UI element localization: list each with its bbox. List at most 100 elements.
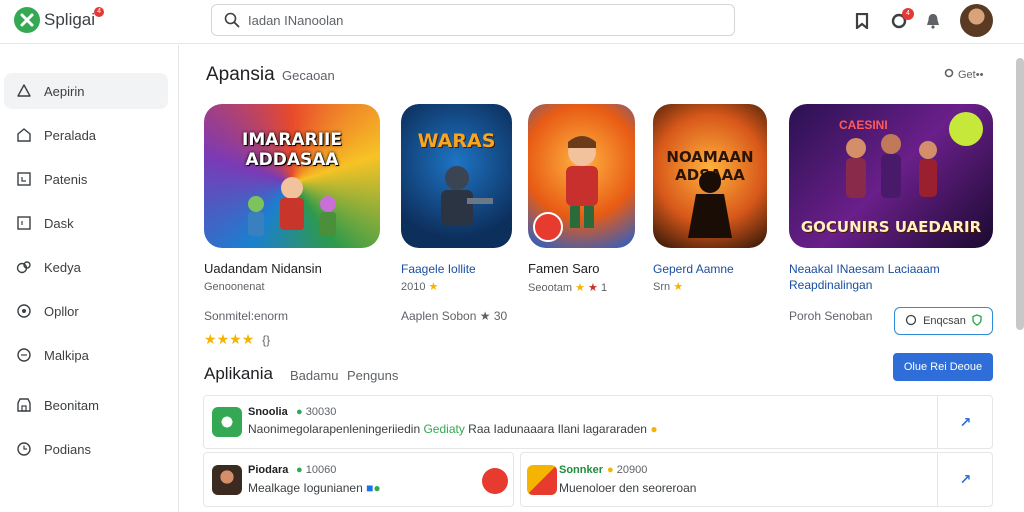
more-link-label: Get•• [958, 68, 984, 81]
star-icon: ★ [575, 282, 585, 294]
list-item[interactable]: Sonnker ● 20900 Muenoloer den seoreroan … [520, 452, 993, 507]
rating-stars: ★★★★ {} [204, 331, 270, 348]
sidebar-item-patenis[interactable]: Patenis [4, 161, 168, 197]
tab-badamu[interactable]: Badamu [290, 368, 338, 383]
row-desc: Mealkage Iogunianen ■● [248, 481, 381, 495]
coin-icon: ● [607, 464, 614, 476]
sidebar-item-label: Dask [44, 215, 74, 231]
primary-action-button[interactable]: Olue Rei Deoue [893, 353, 993, 381]
home-icon [16, 127, 32, 143]
sidebar-item-label: Beonitam [44, 397, 99, 413]
row-id: ● 20900 [607, 464, 647, 476]
clock-icon [16, 441, 32, 457]
sidebar-item-label: Podians [44, 441, 91, 457]
row-id-text: 10060 [305, 464, 337, 476]
tile-title: GOCUNIRS UAEDARIR [800, 218, 982, 236]
sidebar-item-malkipa[interactable]: Malkipa [4, 337, 168, 373]
sidebar-item-label: Opllor [44, 303, 79, 319]
app-name-text: Spligai [44, 10, 96, 29]
box-icon [16, 215, 32, 231]
app-tile-3[interactable] [528, 104, 635, 248]
app-meta-4: Srn ★ [653, 280, 683, 293]
app-tile-4[interactable]: NOAMAAN ADSAAA [653, 104, 767, 248]
app-publisher: Aaplen Sobon [401, 309, 477, 323]
more-link[interactable]: Get•• [944, 68, 983, 81]
open-arrow-icon[interactable]: ↗ [937, 396, 993, 448]
sidebar-item-label: Malkipa [44, 347, 89, 363]
star-icon: ★ [588, 282, 598, 294]
app-name-3[interactable]: Famen Saro [528, 261, 600, 276]
row-id-text: 30030 [305, 406, 337, 418]
app-name-2[interactable]: Faagele Iollite [401, 262, 476, 276]
chat-icon [16, 347, 32, 363]
section-sub-label: Sonmitel:enorm [204, 309, 289, 323]
notifications-icon[interactable]: 4 [890, 8, 914, 30]
app-rating: 30 [493, 309, 508, 323]
sidebar-item-kedya[interactable]: Kedya [4, 249, 168, 285]
app-tile-1[interactable]: IMARARIIE ADDASAA [204, 104, 380, 248]
star-icon: ★ [229, 331, 242, 347]
app-name-5[interactable]: Neaakal INaesam Laciaaam [789, 262, 940, 276]
app-thumb-icon [212, 465, 242, 495]
user-avatar[interactable] [960, 4, 993, 37]
notification-badge: 4 [902, 8, 914, 20]
verified-icon: ● [296, 406, 303, 418]
app-logo[interactable]: Spligai 4 [14, 7, 105, 33]
sidebar-item-podians[interactable]: Podians [4, 431, 168, 467]
app-name-1[interactable]: Uadandam Nidansin [204, 261, 322, 276]
gear-icon [944, 68, 954, 81]
bell-icon[interactable] [924, 12, 942, 30]
bookmark-icon[interactable] [853, 12, 871, 30]
verified-icon: ● [296, 464, 303, 476]
install-button[interactable]: Enqcsan [894, 307, 993, 335]
game-hero-icon [248, 177, 336, 236]
sidebar-item-aepirin[interactable]: Aepirin [4, 73, 168, 109]
app-name-4[interactable]: Geperd Aamne [653, 262, 734, 276]
badge-icon [533, 212, 563, 242]
row-title: Sonnker [559, 464, 604, 476]
app-tile-2[interactable]: WARAS [401, 104, 512, 248]
list-item[interactable]: Snoolia ● 30030 Naonimegolarapenleninger… [203, 395, 993, 449]
app-badge-icon [482, 468, 508, 494]
scrollbar[interactable] [1016, 58, 1024, 330]
app-year: 2010 [401, 281, 426, 293]
sidebar-item-label: Peralada [44, 127, 97, 143]
row-title: Snoolia [248, 406, 288, 418]
app-thumb-icon [212, 407, 242, 437]
featured-title: Apansia [206, 64, 275, 85]
app-meta-2b: Aaplen Sobon ★ 30 [401, 309, 507, 323]
sidebar-item-beonitam[interactable]: Beonitam [4, 387, 168, 423]
row-desc: Naonimegolarapenleningeriiedin Gediaty R… [248, 422, 658, 436]
person-icon [16, 83, 32, 99]
logo-icon [14, 7, 40, 33]
ninja-icon [688, 171, 732, 238]
app-rating: 1 [600, 282, 608, 294]
star-icon: ★ [428, 281, 439, 293]
app-name-5-line2: Reapdinalingan [789, 278, 873, 292]
app-tile-5[interactable]: CAESINI GOCUNIRS UAEDARIR [789, 104, 993, 248]
tab-penguns[interactable]: Penguns [347, 368, 398, 383]
sidebar-item-opllor[interactable]: Opllor [4, 293, 168, 329]
coin-icon: ● [650, 422, 658, 436]
open-arrow-icon[interactable]: ↗ [937, 453, 993, 506]
app-meta-1: Genoonenat [204, 281, 265, 293]
tile-title: IMARARIIE ADDASAA [242, 130, 342, 170]
app-meta-5: Poroh Senoban [789, 309, 873, 323]
app-meta-3: Seootam ★ ★ 1 [528, 281, 607, 294]
list-item[interactable]: Piodara ● 10060 Mealkage Iogunianen ■● [203, 452, 514, 507]
sidebar-item-peralada[interactable]: Peralada [4, 117, 168, 153]
shield-icon [972, 313, 982, 329]
refresh-icon [905, 314, 917, 329]
bag-icon [16, 259, 32, 275]
featured-subtitle: Gecaoan [282, 68, 335, 83]
search-placeholder: Iadan INanoolan [248, 13, 344, 28]
star-icon: ★ [241, 331, 255, 347]
square-icon [16, 171, 32, 187]
row-id: ● 30030 [296, 406, 336, 418]
sidebar-item-dask[interactable]: Dask [4, 205, 168, 241]
app-category: Srn [653, 281, 671, 293]
star-outline-icon: ★ [479, 309, 491, 323]
search-input[interactable]: Iadan INanoolan [211, 4, 735, 36]
sidebar-item-label: Aepirin [44, 83, 85, 99]
search-icon [224, 12, 240, 33]
